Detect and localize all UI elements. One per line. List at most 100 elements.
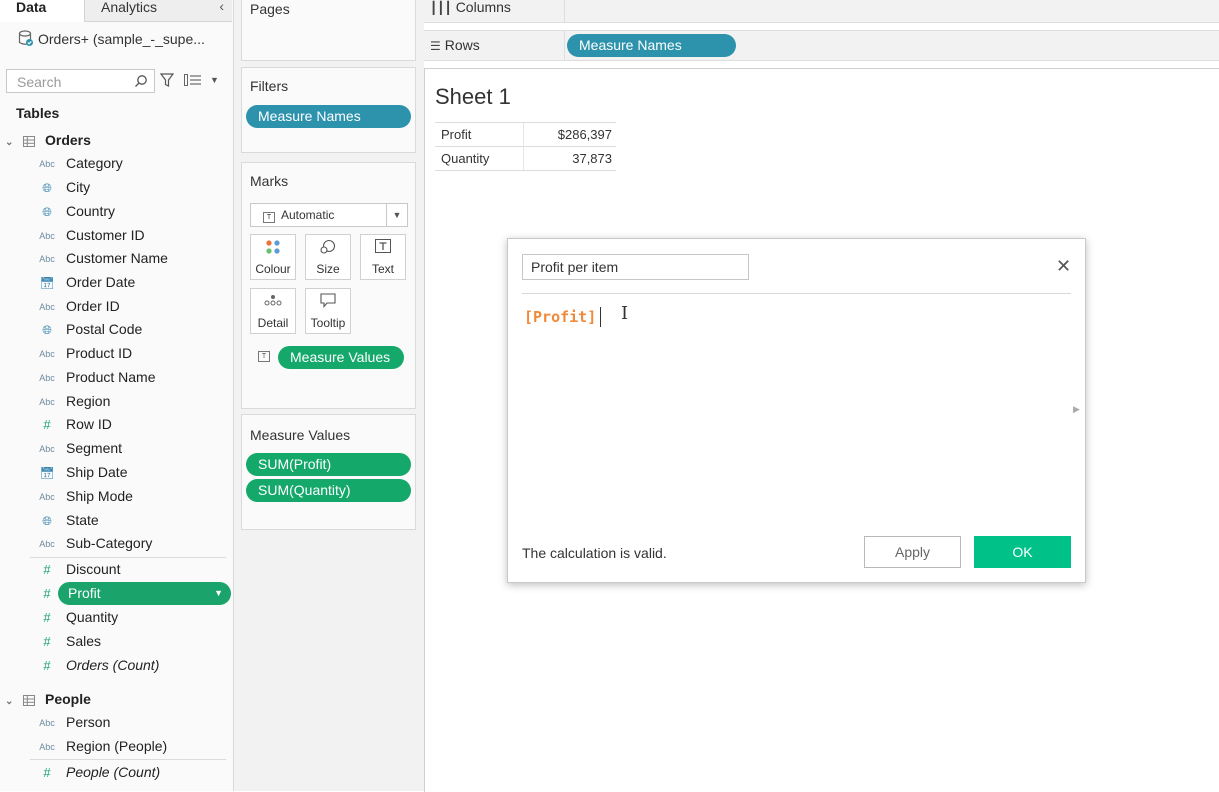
globe-icon: 🌐︎ bbox=[42, 323, 52, 337]
measure-pill-sum-quantity[interactable]: SUM(Quantity) bbox=[246, 479, 411, 502]
marks-title: Marks bbox=[250, 173, 289, 189]
text-mark-icon: T bbox=[263, 212, 275, 223]
globe-icon: 🌐︎ bbox=[42, 205, 52, 219]
colour-button[interactable]: Colour bbox=[250, 234, 296, 280]
table-row[interactable]: Quantity 37,873 bbox=[435, 146, 616, 171]
field-label: Orders (Count) bbox=[66, 657, 160, 673]
size-icon bbox=[306, 235, 350, 259]
field-product-id[interactable]: Abc Product ID bbox=[36, 343, 132, 365]
field-customer-id[interactable]: Abc Customer ID bbox=[36, 225, 144, 247]
field-state[interactable]: 🌐︎ State bbox=[36, 510, 99, 532]
field-ship-mode[interactable]: Abc Ship Mode bbox=[36, 486, 133, 508]
filter-pill-measure-names[interactable]: Measure Names bbox=[246, 105, 411, 128]
table-row[interactable]: Profit $286,397 bbox=[435, 122, 616, 146]
filter-icon[interactable] bbox=[160, 73, 174, 88]
columns-text: Columns bbox=[455, 0, 511, 15]
tables-heading: Tables bbox=[16, 105, 60, 121]
ok-button[interactable]: OK bbox=[974, 536, 1071, 568]
calendar-icon: 📅︎ bbox=[39, 466, 55, 480]
number-icon: # bbox=[43, 765, 51, 780]
field-label: Ship Mode bbox=[66, 488, 133, 504]
field-customer-name[interactable]: Abc Customer Name bbox=[36, 248, 168, 270]
string-icon: Abc bbox=[39, 718, 55, 728]
number-icon: # bbox=[43, 586, 51, 601]
calculation-status: The calculation is valid. bbox=[522, 545, 667, 561]
field-orders-count[interactable]: # Orders (Count) bbox=[36, 655, 159, 677]
columns-shelf[interactable]: ┃┃┃ Columns bbox=[424, 0, 1219, 23]
text-mark-icon: T bbox=[258, 351, 270, 362]
expand-arrow-icon[interactable]: ▶ bbox=[1073, 404, 1080, 415]
field-people-count[interactable]: # People (Count) bbox=[36, 762, 160, 784]
field-profit-selected[interactable]: Profit ▼ bbox=[58, 582, 231, 605]
mark-type-select[interactable]: T Automatic ▼ bbox=[250, 203, 408, 227]
string-icon: Abc bbox=[39, 492, 55, 502]
field-quantity[interactable]: # Quantity bbox=[36, 607, 118, 629]
field-sub-category[interactable]: Abc Sub-Category bbox=[36, 533, 152, 555]
table-orders[interactable]: ⌄ Orders bbox=[5, 132, 91, 152]
measures-divider bbox=[30, 759, 226, 760]
string-icon: Abc bbox=[39, 373, 55, 383]
search-input[interactable] bbox=[15, 71, 129, 93]
apply-button[interactable]: Apply bbox=[864, 536, 961, 568]
number-icon: # bbox=[43, 658, 51, 673]
tab-data[interactable]: Data bbox=[0, 0, 84, 22]
chevron-down-icon[interactable]: ▼ bbox=[214, 582, 223, 604]
field-label: Sales bbox=[66, 633, 102, 649]
measure-pill-sum-profit[interactable]: SUM(Profit) bbox=[246, 453, 411, 476]
columns-icon: ┃┃┃ bbox=[430, 1, 452, 15]
field-segment[interactable]: Abc Segment bbox=[36, 438, 122, 460]
chevron-down-icon[interactable]: ⌄ bbox=[5, 137, 19, 148]
field-label: Product ID bbox=[66, 345, 133, 361]
rows-shelf[interactable]: ☰ Rows Measure Names bbox=[424, 30, 1219, 61]
field-region-people[interactable]: Abc Region (People) bbox=[36, 736, 167, 758]
text-label: Text bbox=[371, 262, 394, 276]
string-icon: Abc bbox=[39, 742, 55, 752]
close-icon[interactable]: ✕ bbox=[1056, 257, 1071, 275]
collapse-pane-icon[interactable]: ‹ bbox=[219, 0, 224, 13]
field-label: Product Name bbox=[66, 369, 156, 385]
text-caret bbox=[600, 307, 601, 327]
field-product-name[interactable]: Abc Product Name bbox=[36, 367, 155, 389]
field-label: Sub-Category bbox=[66, 535, 153, 551]
field-discount[interactable]: # Discount bbox=[36, 559, 120, 581]
row-header: Quantity bbox=[441, 151, 490, 166]
table-people[interactable]: ⌄ People bbox=[5, 691, 91, 711]
formula-editor-text[interactable]: [Profit] bbox=[524, 308, 596, 326]
field-person[interactable]: Abc Person bbox=[36, 712, 110, 734]
filters-card[interactable]: Filters Measure Names bbox=[241, 67, 416, 153]
number-icon: # bbox=[43, 417, 51, 432]
field-sales[interactable]: # Sales bbox=[36, 631, 101, 653]
search-icon[interactable] bbox=[134, 74, 148, 88]
field-ship-date[interactable]: 📅︎ Ship Date bbox=[36, 462, 127, 484]
field-category[interactable]: Abc Category bbox=[36, 153, 123, 175]
chevron-down-icon[interactable]: ▼ bbox=[210, 75, 219, 85]
string-icon: Abc bbox=[39, 539, 55, 549]
chevron-down-icon[interactable]: ⌄ bbox=[5, 696, 19, 707]
rows-pill-measure-names[interactable]: Measure Names bbox=[567, 34, 736, 57]
chevron-down-icon[interactable]: ▼ bbox=[386, 204, 407, 226]
field-city[interactable]: 🌐︎ City bbox=[36, 177, 90, 199]
field-order-id[interactable]: Abc Order ID bbox=[36, 296, 119, 318]
search-box bbox=[6, 69, 155, 93]
rows-icon: ☰ bbox=[430, 39, 441, 53]
calculation-name-input[interactable] bbox=[522, 254, 749, 280]
tooltip-icon bbox=[306, 289, 350, 313]
sheet-title: Sheet 1 bbox=[435, 84, 511, 109]
list-view-icon[interactable] bbox=[184, 74, 202, 86]
detail-button[interactable]: Detail bbox=[250, 288, 296, 334]
size-button[interactable]: Size bbox=[305, 234, 351, 280]
pages-card[interactable]: Pages bbox=[241, 0, 416, 61]
mark-type-value: Automatic bbox=[281, 208, 335, 222]
globe-icon: 🌐︎ bbox=[42, 181, 52, 195]
field-row-id[interactable]: # Row ID bbox=[36, 414, 112, 436]
text-button[interactable]: Text bbox=[360, 234, 406, 280]
marks-pill-measure-values[interactable]: Measure Values bbox=[278, 346, 404, 369]
tooltip-button[interactable]: Tooltip bbox=[305, 288, 351, 334]
tooltip-label: Tooltip bbox=[310, 316, 346, 330]
field-region[interactable]: Abc Region bbox=[36, 391, 110, 413]
field-order-date[interactable]: 📅︎ Order Date bbox=[36, 272, 135, 294]
field-country[interactable]: 🌐︎ Country bbox=[36, 201, 115, 223]
datasource-item[interactable]: Orders+ (sample_-_supe... bbox=[18, 30, 205, 47]
field-postal-code[interactable]: 🌐︎ Postal Code bbox=[36, 319, 142, 341]
tab-analytics[interactable]: Analytics ‹ bbox=[84, 0, 232, 22]
